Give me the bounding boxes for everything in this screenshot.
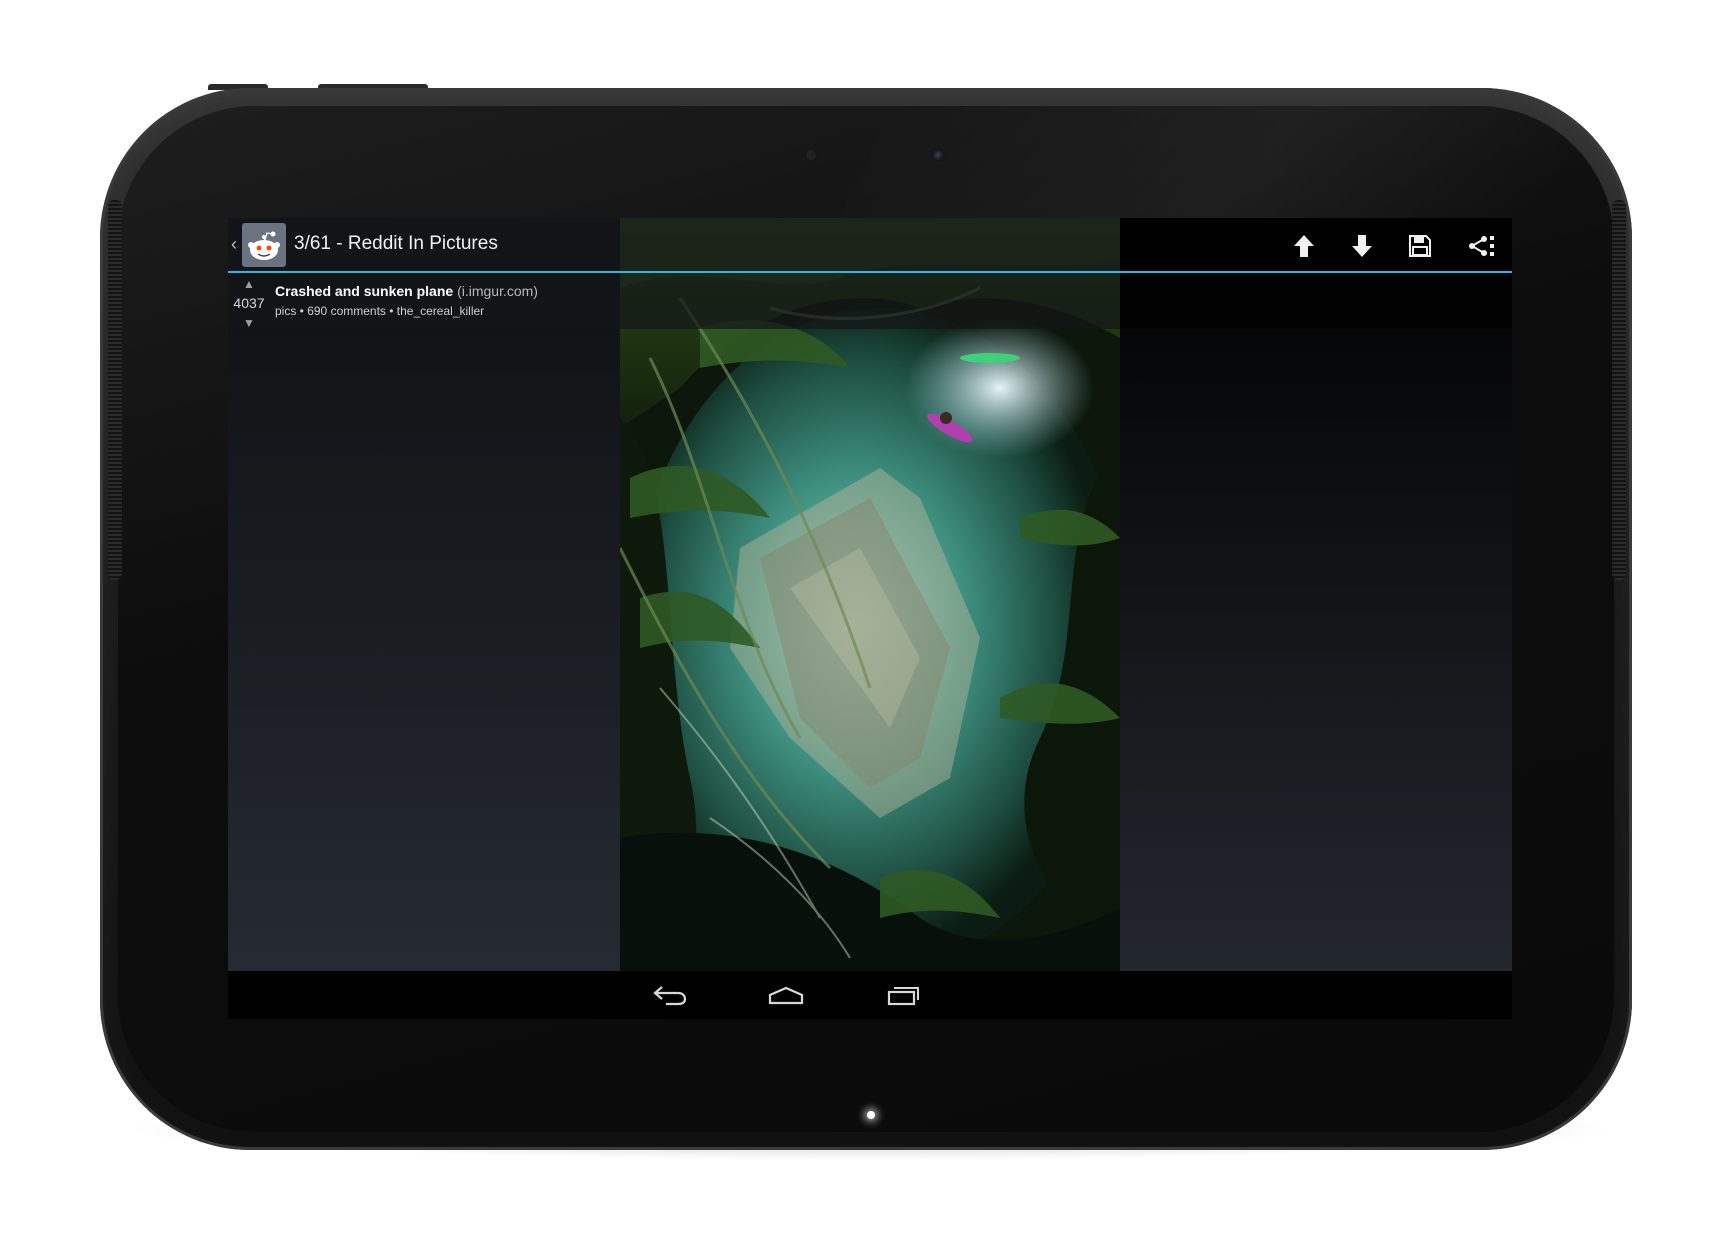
home-button[interactable]	[756, 977, 816, 1013]
back-button[interactable]	[640, 977, 700, 1013]
sunken-plane-photo	[620, 218, 1120, 971]
arrow-up-icon	[1294, 235, 1314, 257]
post-score: 4037	[233, 295, 265, 311]
right-speaker-grille	[1612, 200, 1626, 580]
floppy-disk-icon	[1409, 235, 1431, 257]
light-sensor	[806, 150, 816, 160]
save-button[interactable]	[1400, 226, 1440, 266]
recents-icon	[887, 987, 919, 1006]
back-icon	[653, 986, 687, 1006]
page-title: 3/61 - Reddit In Pictures	[294, 233, 498, 254]
right-panel	[1120, 218, 1512, 971]
post-image[interactable]	[620, 218, 1120, 971]
downvote-button[interactable]	[1342, 226, 1382, 266]
notification-led	[867, 1111, 875, 1119]
post-title-text: Crashed and sunken plane	[275, 283, 454, 299]
upvote-button[interactable]	[1284, 226, 1324, 266]
post-domain: (i.imgur.com)	[457, 283, 538, 299]
front-camera-icon	[933, 150, 943, 160]
home-icon	[768, 986, 804, 1005]
up-navigation-caret[interactable]: ‹	[231, 234, 237, 254]
system-navigation-bar	[228, 971, 1512, 1019]
recents-button[interactable]	[874, 977, 934, 1013]
screen: ‹ 3/61 - Reddit In Pictures ▲ 4037 ▼ Cra…	[228, 218, 1512, 1019]
overflow-menu-button[interactable]	[1472, 226, 1512, 266]
post-meta: pics • 690 comments • the_cereal_killer	[275, 304, 485, 318]
vote-down-arrow[interactable]: ▼	[241, 317, 257, 329]
arrow-down-icon	[1352, 235, 1372, 257]
vote-up-arrow[interactable]: ▲	[241, 278, 257, 290]
left-speaker-grille	[108, 200, 122, 580]
more-vertical-icon	[1490, 236, 1494, 256]
post-title[interactable]: Crashed and sunken plane (i.imgur.com)	[275, 282, 538, 300]
reddit-alien-icon[interactable]	[242, 223, 286, 267]
post-header-right	[1120, 273, 1512, 329]
